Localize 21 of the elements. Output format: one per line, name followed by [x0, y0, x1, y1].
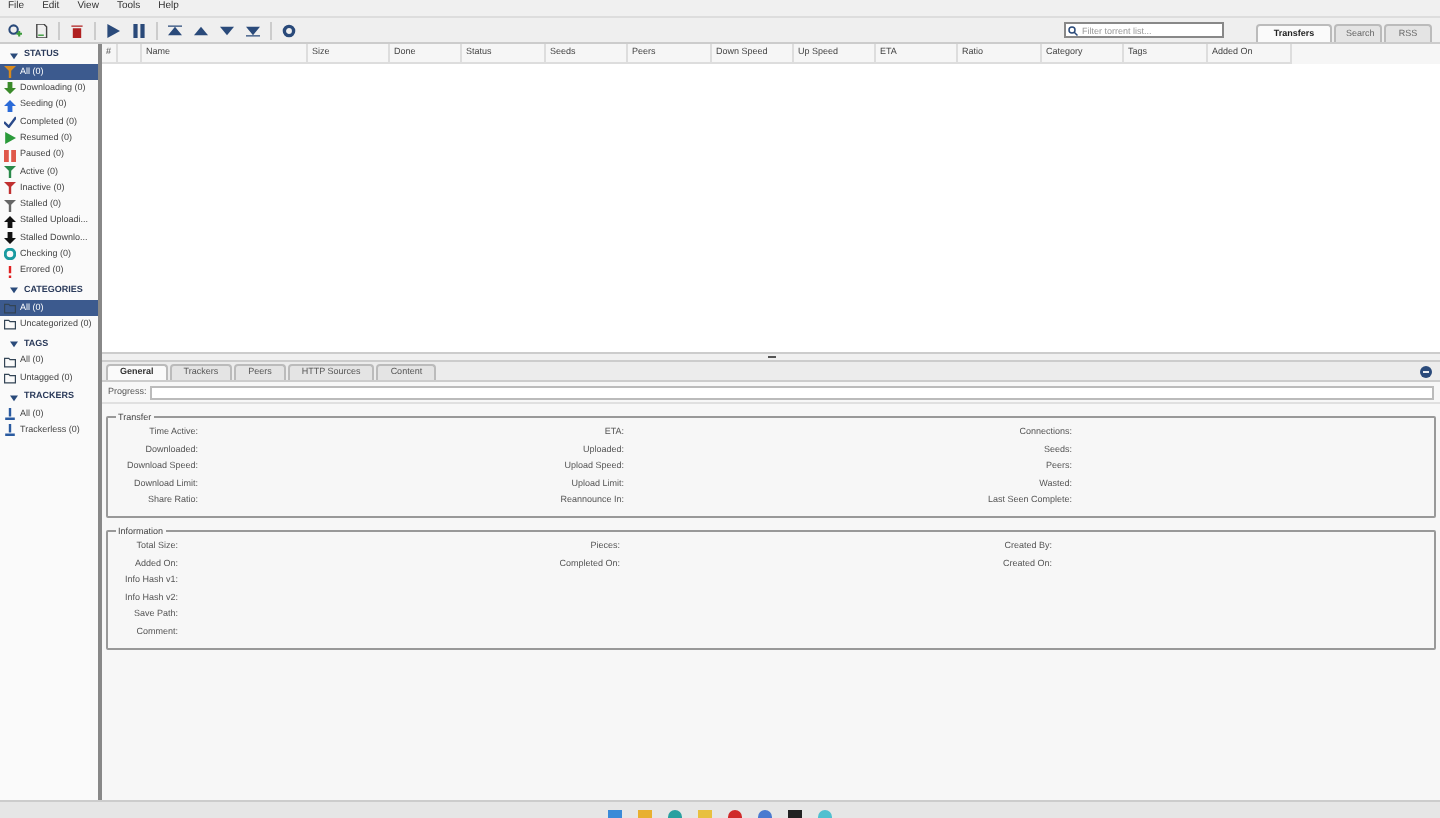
- up-arrow-icon: [4, 215, 16, 228]
- caret-icon[interactable]: [10, 51, 18, 59]
- down-arrow-icon: [4, 82, 16, 95]
- taskbar-icon[interactable]: [758, 810, 772, 818]
- down-arrow-icon: [4, 232, 16, 245]
- collapse-icon[interactable]: [1420, 366, 1432, 378]
- caret-icon[interactable]: [10, 393, 18, 402]
- up-arrow-icon: [4, 99, 16, 112]
- taskbar-icon[interactable]: [668, 810, 682, 818]
- caret-icon[interactable]: [10, 339, 18, 348]
- taskbar-icon[interactable]: [728, 810, 742, 818]
- tracker-icon: [4, 408, 16, 421]
- tracker-icon: [4, 424, 16, 437]
- exclamation-icon: [4, 265, 16, 278]
- play-icon: [4, 132, 16, 145]
- pause-icon: [4, 149, 16, 162]
- search-icon: [1068, 25, 1078, 35]
- check-icon: [4, 116, 16, 129]
- caret-icon[interactable]: [10, 286, 18, 295]
- funnel-icon: [4, 66, 16, 79]
- splitter-handle[interactable]: [767, 356, 775, 358]
